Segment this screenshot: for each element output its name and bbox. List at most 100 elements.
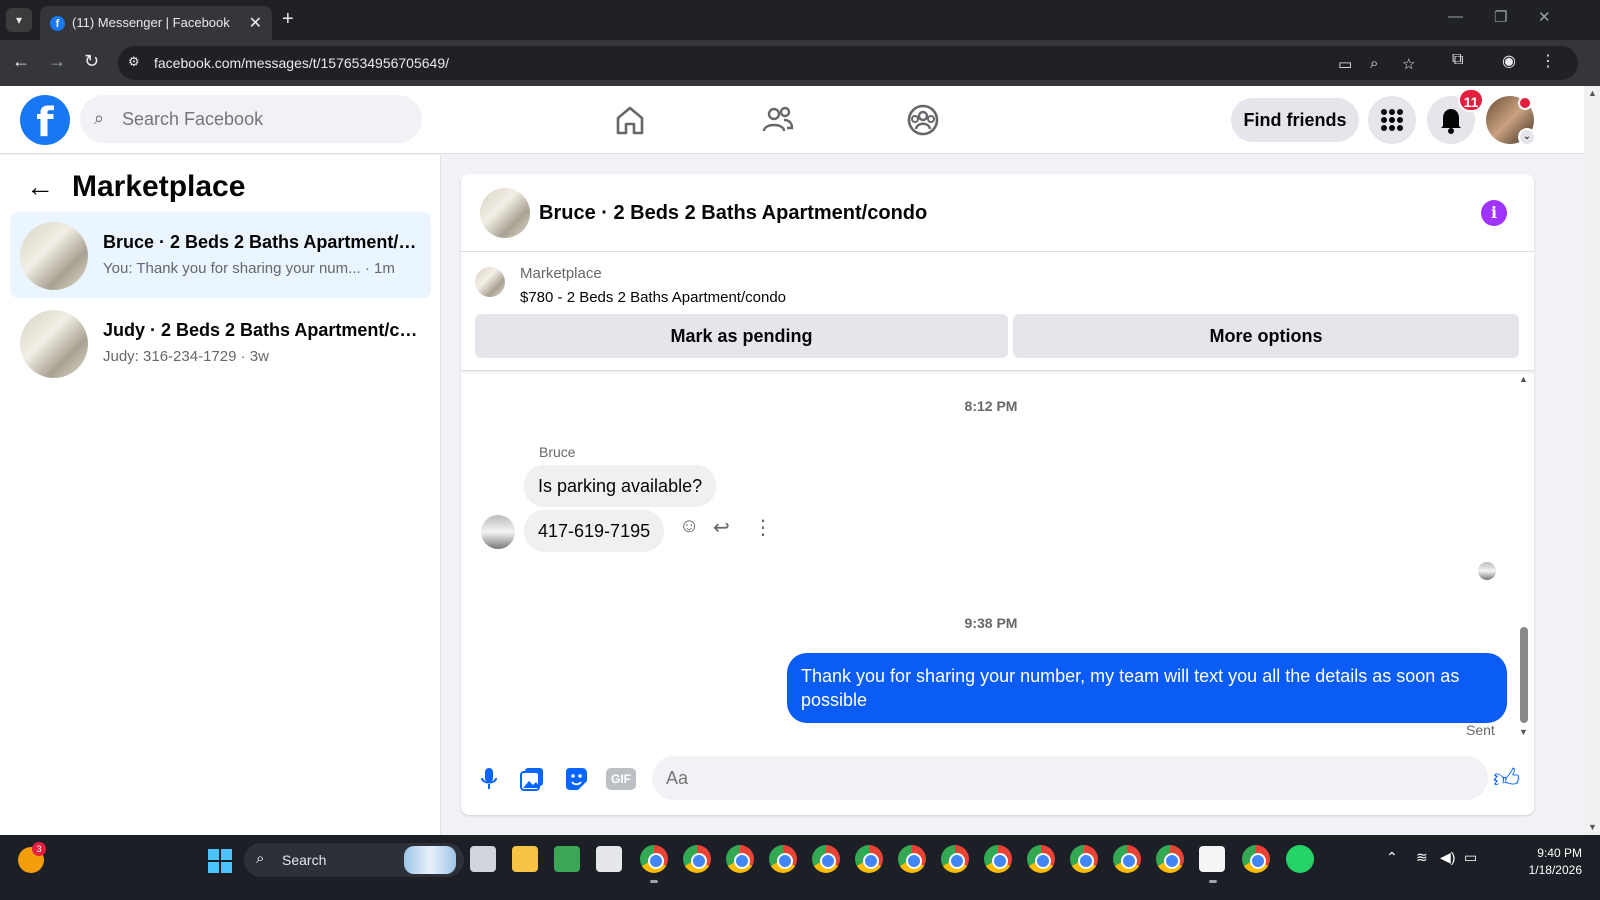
listing-thumbnail[interactable]: [475, 267, 505, 297]
chrome-icon[interactable]: [1113, 845, 1141, 873]
chevron-down-icon[interactable]: ⌄: [1518, 128, 1536, 146]
thread-scrollbar[interactable]: [1520, 627, 1528, 723]
search-highlight-image: [404, 846, 456, 874]
search-input[interactable]: [122, 105, 402, 133]
sender-avatar[interactable]: [481, 515, 515, 549]
conversation-name: Bruce · 2 Beds 2 Baths Apartment/condo: [103, 232, 421, 252]
thumbs-up-icon[interactable]: 👍︎: [1493, 763, 1520, 794]
page-scroll-up-icon[interactable]: ▲: [1588, 88, 1597, 98]
grid-icon: [1381, 109, 1403, 131]
facebook-search[interactable]: ⌕: [80, 95, 422, 143]
facebook-logo-icon[interactable]: f: [20, 95, 70, 146]
message-status: Sent: [1466, 722, 1495, 738]
home-icon[interactable]: [612, 102, 648, 138]
bookmark-star-icon[interactable]: ☆: [1402, 55, 1415, 73]
find-friends-button[interactable]: Find friends: [1231, 98, 1359, 142]
profile-icon[interactable]: ◉: [1502, 51, 1516, 71]
more-options-button[interactable]: More options: [1013, 314, 1519, 358]
weather-badge: 3: [32, 842, 46, 856]
window-close-icon[interactable]: ✕: [1538, 8, 1551, 26]
incoming-message[interactable]: 417-619-7195: [524, 510, 665, 552]
message-input[interactable]: [666, 765, 1426, 791]
file-explorer-icon[interactable]: [512, 846, 538, 872]
scroll-down-arrow-icon[interactable]: ▼: [1519, 727, 1528, 737]
reply-icon[interactable]: ↩: [713, 515, 730, 540]
chat-title[interactable]: Bruce · 2 Beds 2 Baths Apartment/condo: [539, 202, 927, 225]
chrome-icon[interactable]: [855, 845, 883, 873]
chrome-icon[interactable]: [984, 845, 1012, 873]
sticker-icon[interactable]: [562, 765, 590, 793]
menu-icon[interactable]: ⋮: [1540, 51, 1556, 71]
scroll-up-arrow-icon[interactable]: ▲: [1519, 374, 1528, 384]
chrome-icon[interactable]: [683, 845, 711, 873]
site-info-icon[interactable]: ⚙: [128, 54, 146, 72]
chrome-icon[interactable]: [726, 845, 754, 873]
incoming-message[interactable]: Is parking available?: [524, 465, 717, 507]
forward-icon[interactable]: →: [48, 51, 66, 72]
conversation-item-judy[interactable]: Judy · 2 Beds 2 Baths Apartment/condo Ju…: [10, 300, 431, 386]
minimize-icon[interactable]: —: [1448, 8, 1463, 25]
gif-icon[interactable]: GIF: [606, 768, 636, 790]
listing-thumbnail: [20, 310, 88, 378]
microsoft-store-icon[interactable]: [596, 846, 622, 872]
listing-banner: Marketplace $780 - 2 Beds 2 Baths Apartm…: [461, 253, 1534, 371]
reload-icon[interactable]: ↻: [84, 51, 99, 72]
system-clock[interactable]: 9:40 PM 1/18/2026: [1487, 845, 1582, 879]
search-icon: ⌕: [256, 850, 265, 867]
message-input-field[interactable]: ☺: [652, 756, 1488, 800]
snipping-tool-icon[interactable]: [1199, 846, 1225, 872]
extensions-icon[interactable]: ⧉: [1452, 51, 1463, 69]
omnibox[interactable]: ⚙ facebook.com/messages/t/15765349567056…: [118, 46, 1578, 80]
chrome-icon[interactable]: [769, 845, 797, 873]
listing-source: Marketplace: [520, 265, 602, 282]
back-icon[interactable]: ←: [12, 51, 30, 72]
windows-taskbar: 3 ⌕ Search ⌃ ≋ ◀︎) ▭ 9:40 PM 1/18/2026: [0, 835, 1600, 900]
page-scrollbar[interactable]: ▲ ▼: [1584, 86, 1600, 835]
excel-icon[interactable]: [554, 846, 580, 872]
outgoing-message[interactable]: Thank you for sharing your number, my te…: [787, 653, 1507, 723]
more-actions-icon[interactable]: ⋮: [753, 515, 773, 540]
conversation-item-bruce[interactable]: Bruce · 2 Beds 2 Baths Apartment/condo Y…: [10, 212, 431, 298]
restore-icon[interactable]: ❐: [1494, 8, 1507, 26]
chrome-icon[interactable]: [941, 845, 969, 873]
chevron-up-icon[interactable]: ⌃: [1386, 849, 1398, 866]
taskbar-search[interactable]: ⌕ Search: [244, 843, 464, 877]
chrome-icon[interactable]: [1242, 845, 1270, 873]
conversation-preview: Judy: 316-234-1729 · 3w: [103, 348, 269, 365]
chrome-icon[interactable]: [812, 845, 840, 873]
info-icon[interactable]: i: [1481, 200, 1507, 226]
new-tab-button[interactable]: +: [282, 8, 294, 31]
battery-icon[interactable]: ▭: [1464, 849, 1477, 866]
windows-start-icon[interactable]: [208, 849, 232, 873]
chrome-icon[interactable]: [640, 845, 668, 873]
wifi-icon[interactable]: ≋: [1416, 849, 1428, 866]
url-text[interactable]: facebook.com/messages/t/1576534956705649…: [154, 55, 449, 71]
sender-name: Bruce: [539, 444, 576, 460]
chrome-icon[interactable]: [1156, 845, 1184, 873]
chrome-icon[interactable]: [898, 845, 926, 873]
close-tab-icon[interactable]: ✕: [249, 13, 262, 33]
tab-search-button[interactable]: ▾: [6, 8, 32, 32]
chat-listing-thumbnail[interactable]: [480, 188, 530, 238]
whatsapp-icon[interactable]: [1286, 845, 1314, 873]
groups-icon[interactable]: [905, 102, 941, 138]
chrome-icon[interactable]: [1070, 845, 1098, 873]
mark-as-pending-button[interactable]: Mark as pending: [475, 314, 1008, 358]
page-scroll-down-icon[interactable]: ▼: [1588, 822, 1597, 832]
volume-icon[interactable]: ◀︎): [1440, 849, 1455, 866]
chrome-icon[interactable]: [1027, 845, 1055, 873]
react-emoji-icon[interactable]: ☺: [679, 515, 699, 538]
listing-price-title[interactable]: $780 - 2 Beds 2 Baths Apartment/condo: [520, 289, 786, 306]
back-arrow-icon[interactable]: ←: [26, 171, 54, 202]
microphone-icon[interactable]: [475, 765, 503, 793]
task-view-icon[interactable]: [470, 846, 496, 872]
chat-header: Bruce · 2 Beds 2 Baths Apartment/condo i: [461, 174, 1534, 252]
conversation-name: Judy · 2 Beds 2 Baths Apartment/condo: [103, 320, 421, 340]
install-app-icon[interactable]: ▭: [1338, 55, 1352, 73]
zoom-icon[interactable]: ⌕: [1370, 55, 1378, 72]
browser-tab[interactable]: f (11) Messenger | Facebook ✕: [40, 6, 272, 40]
photo-icon[interactable]: [518, 765, 546, 793]
active-app-indicator: [650, 880, 658, 883]
menu-grid-button[interactable]: [1368, 96, 1416, 144]
friends-icon[interactable]: [760, 102, 796, 138]
